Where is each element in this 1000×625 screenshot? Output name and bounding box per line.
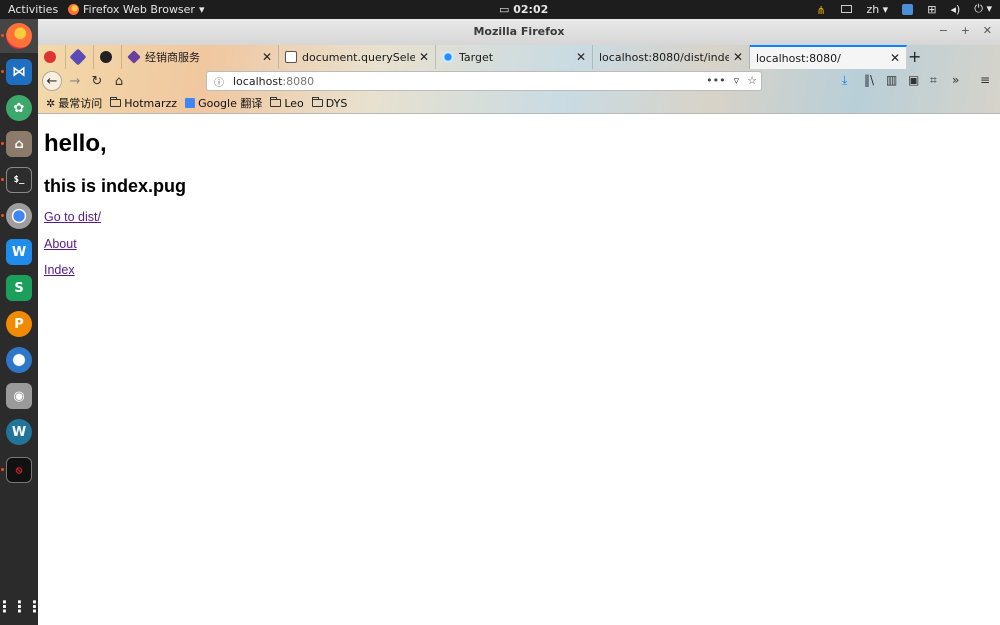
close-tab-icon[interactable]: ✕ — [419, 50, 429, 64]
new-tab-button[interactable]: + — [908, 47, 921, 66]
minimize-button[interactable]: − — [939, 24, 948, 37]
vscode-dock-icon[interactable]: ⋈ — [6, 59, 32, 85]
go-to-dist-link[interactable]: Go to dist/ — [44, 210, 101, 224]
screenshot-icon[interactable]: ▣ — [908, 73, 919, 87]
target-icon — [442, 51, 454, 63]
running-indicator — [1, 468, 4, 471]
tab-pinned-2[interactable] — [66, 45, 94, 69]
atom-dock-icon[interactable]: ✿ — [6, 95, 32, 121]
github-icon — [100, 51, 112, 63]
sidebar-icon[interactable]: ▥ — [886, 73, 897, 87]
forward-button[interactable]: → — [65, 71, 85, 91]
tab-target[interactable]: Target ✕ — [436, 45, 593, 69]
window-titlebar: Mozilla Firefox − + ✕ — [38, 19, 1000, 45]
bookmark-star-icon[interactable]: ☆ — [747, 74, 757, 87]
folder-icon — [270, 97, 282, 107]
navigation-toolbar: ← → ↻ ⌂ ⓘ localhost:8080 ••• ▿ ☆ ⤓ ‖\ ▥ … — [38, 69, 1000, 93]
crop-icon[interactable]: ⌗ — [930, 73, 937, 88]
mdn-icon — [285, 51, 297, 63]
translate-icon — [185, 98, 196, 108]
cube-icon — [127, 50, 141, 64]
library-icon[interactable]: ‖\ — [864, 73, 874, 87]
caret-down-icon: ▾ — [198, 3, 205, 16]
index-link[interactable]: Index — [44, 263, 75, 277]
back-button[interactable]: ← — [42, 71, 62, 91]
close-tab-icon[interactable]: ✕ — [262, 50, 272, 64]
running-indicator — [1, 70, 4, 73]
network-icon[interactable]: ⊞ — [927, 3, 936, 16]
screen-recorder-dock-icon[interactable]: ⦸ — [6, 457, 32, 483]
tab-pinned-1[interactable] — [38, 45, 66, 69]
close-tab-icon[interactable]: ✕ — [890, 51, 900, 65]
tab-dealer-service[interactable]: 经销商服务 ✕ — [122, 45, 279, 69]
page-subheading: this is index.pug — [44, 176, 187, 196]
layers-icon — [69, 48, 87, 66]
hamburger-menu-icon[interactable]: ≡ — [980, 73, 990, 87]
power-icon[interactable]: ⏻ ▾ — [974, 2, 992, 16]
maximize-button[interactable]: + — [961, 24, 970, 37]
wps-writer-dock-icon[interactable]: W — [6, 239, 32, 265]
page-actions-icon[interactable]: ••• — [706, 74, 725, 87]
tab-strip: 经销商服务 ✕ document.querySelec ✕ Target ✕ l… — [38, 45, 1000, 69]
dock: ⋈ ✿ ⌂ $_ W S P ◉ W ⦸ ⋮⋮⋮ — [0, 19, 43, 625]
wps-spreadsheet-dock-icon[interactable]: S — [6, 275, 32, 301]
running-indicator — [1, 34, 4, 37]
about-link[interactable]: About — [44, 237, 77, 251]
running-indicator — [1, 142, 4, 145]
running-indicator — [1, 214, 4, 217]
keyboard-indicator-icon[interactable] — [841, 5, 853, 13]
tab-query-selector[interactable]: document.querySelec ✕ — [279, 45, 436, 69]
window-title: Mozilla Firefox — [473, 25, 565, 38]
close-tab-icon[interactable]: ✕ — [733, 50, 743, 64]
folder-icon — [311, 97, 323, 107]
system-top-bar: Activities Firefox Web Browser ▾ ▭ 02:02… — [0, 0, 1000, 19]
show-applications-icon[interactable]: ⋮⋮⋮ — [0, 593, 43, 619]
firefox-icon — [68, 4, 79, 15]
chromium-dock-icon[interactable] — [6, 203, 32, 229]
files-dock-icon[interactable]: ⌂ — [6, 131, 32, 157]
reload-button[interactable]: ↻ — [87, 71, 107, 91]
folder-icon — [110, 97, 122, 107]
weibo-icon — [44, 51, 56, 63]
wps-presentation-dock-icon[interactable]: P — [6, 311, 32, 337]
bookmark-dys[interactable]: DYS — [311, 97, 347, 110]
url-bar[interactable]: ⓘ localhost:8080 ••• ▿ ☆ — [206, 71, 762, 91]
notification-icon: ▭ — [499, 3, 514, 16]
site-info-icon[interactable]: ⓘ — [211, 74, 227, 89]
app-indicator-icon[interactable] — [902, 3, 914, 15]
url-text: localhost:8080 — [233, 74, 315, 88]
wordpress-dock-icon[interactable]: W — [6, 419, 32, 445]
tab-dist-index[interactable]: localhost:8080/dist/index ✕ — [593, 45, 750, 69]
close-window-button[interactable]: ✕ — [983, 24, 992, 37]
system-tray: ⋔ zh ▾ ⊞ ◂) ⏻ ▾ — [816, 2, 992, 17]
app-menu[interactable]: Firefox Web Browser ▾ — [68, 3, 205, 16]
banana-indicator-icon[interactable]: ⋔ — [816, 4, 827, 17]
gear-icon: ✲ — [46, 96, 56, 110]
pocket-icon[interactable]: ▿ — [734, 74, 740, 87]
browser-chrome: 经销商服务 ✕ document.querySelec ✕ Target ✕ l… — [38, 45, 1000, 114]
bookmark-most-visited[interactable]: ✲ 最常访问 — [46, 95, 102, 111]
page-heading: hello, — [44, 130, 107, 157]
tab-pinned-3[interactable] — [94, 45, 122, 69]
downloads-icon[interactable]: ⤓ — [842, 73, 847, 88]
page-content: hello, this is index.pug Go to dist/ Abo… — [38, 114, 1000, 625]
thunderbird-dock-icon[interactable] — [6, 347, 32, 373]
app-menu-label: Firefox Web Browser — [83, 3, 195, 16]
home-button[interactable]: ⌂ — [109, 71, 129, 91]
volume-icon[interactable]: ◂) — [950, 3, 960, 16]
close-tab-icon[interactable]: ✕ — [576, 50, 586, 64]
tab-localhost[interactable]: localhost:8080/ ✕ — [750, 45, 907, 69]
bookmark-google-translate[interactable]: Google 翻译 — [185, 95, 262, 111]
bookmark-leo[interactable]: Leo — [270, 97, 304, 110]
bookmark-hotmarzz[interactable]: Hotmarzz — [110, 97, 177, 110]
camera-dock-icon[interactable]: ◉ — [6, 383, 32, 409]
bookmarks-toolbar: ✲ 最常访问 Hotmarzz Google 翻译 Leo DYS — [38, 93, 1000, 113]
firefox-dock-icon[interactable] — [6, 23, 32, 49]
input-method[interactable]: zh ▾ — [866, 3, 888, 16]
running-indicator — [1, 178, 4, 181]
terminal-dock-icon[interactable]: $_ — [6, 167, 32, 193]
overflow-menu-icon[interactable]: » — [952, 73, 959, 87]
clock[interactable]: ▭ 02:02 — [499, 3, 548, 16]
activities-button[interactable]: Activities — [8, 3, 58, 16]
